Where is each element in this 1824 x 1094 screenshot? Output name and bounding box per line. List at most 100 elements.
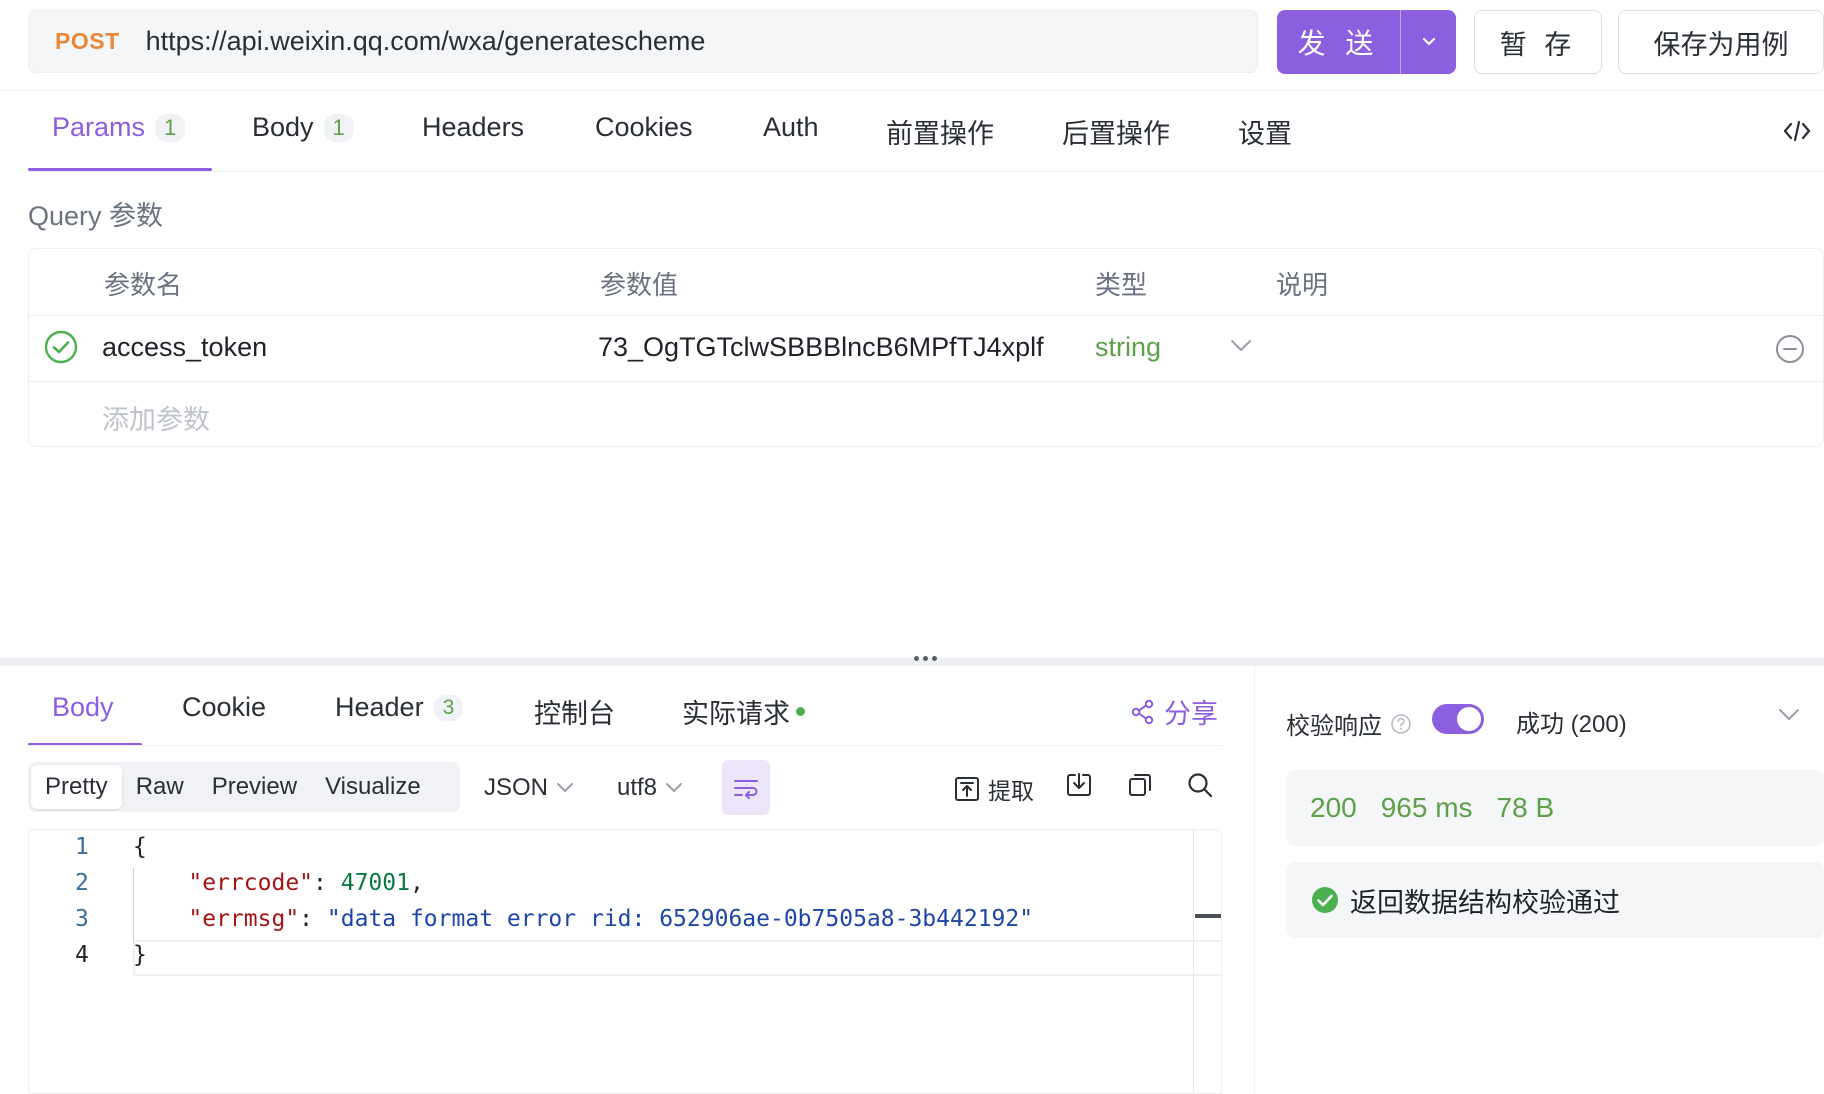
wrap-text-icon — [734, 779, 758, 799]
format-select[interactable]: JSON — [484, 774, 574, 802]
copy-button[interactable] — [1127, 772, 1153, 798]
remove-param-button[interactable] — [1775, 334, 1805, 369]
param-type-select[interactable]: string — [1095, 332, 1161, 363]
response-tab-body[interactable]: Body — [52, 692, 114, 723]
url-bar[interactable]: POST https://api.weixin.qq.com/wxa/gener… — [28, 10, 1258, 73]
extract-icon — [955, 777, 979, 801]
response-size: 78 B — [1496, 792, 1555, 823]
scroll-position-marker — [1195, 914, 1221, 918]
response-tab-actual-request[interactable]: 实际请求 — [682, 692, 805, 731]
help-icon[interactable] — [1390, 713, 1412, 735]
tab-cookies[interactable]: Cookies — [595, 112, 693, 143]
chevron-down-icon — [1231, 340, 1251, 351]
tab-label: 实际请求 — [682, 699, 790, 729]
line-number: 3 — [75, 906, 89, 932]
request-url-input[interactable]: https://api.weixin.qq.com/wxa/generatesc… — [146, 26, 706, 57]
line-number: 2 — [75, 870, 89, 896]
query-params-title: Query 参数 — [28, 201, 164, 231]
tab-pre-operations[interactable]: 前置操作 — [886, 112, 994, 151]
param-name-input[interactable]: access_token — [102, 332, 267, 363]
validate-response-label: 校验响应 — [1286, 706, 1412, 741]
tab-auth[interactable]: Auth — [763, 112, 819, 143]
json-number: 47001 — [340, 870, 410, 896]
tab-label: Body — [252, 112, 314, 142]
mode-raw[interactable]: Raw — [122, 765, 198, 809]
check-circle-icon — [44, 330, 78, 364]
response-code-editor[interactable]: 1 2 3 4 { "errcode": 47001, "errmsg": "d… — [28, 829, 1222, 1094]
response-tab-console[interactable]: 控制台 — [534, 692, 615, 731]
status-dot — [796, 707, 805, 716]
chevron-down-icon — [1422, 37, 1435, 46]
search-icon — [1188, 773, 1213, 798]
tab-badge: 1 — [323, 113, 354, 142]
json-string: "data format error rid: 652906ae-0b7505a… — [326, 906, 1034, 932]
validate-label-text: 校验响应 — [1286, 713, 1382, 740]
chevron-down-icon — [1779, 709, 1799, 720]
encoding-value: utf8 — [617, 774, 658, 801]
panel-divider — [1254, 666, 1255, 1094]
code-line: } — [133, 942, 147, 968]
mode-preview[interactable]: Preview — [198, 765, 311, 809]
response-time: 965 ms — [1380, 792, 1473, 823]
expected-status-select[interactable]: 成功 (200) — [1516, 704, 1627, 739]
add-param-input[interactable]: 添加参数 — [102, 398, 210, 437]
line-number: 4 — [75, 942, 89, 968]
share-label: 分享 — [1164, 699, 1218, 729]
format-mode-switch: Pretty Raw Preview Visualize — [28, 762, 460, 812]
validation-result-text: 返回数据结构校验通过 — [1350, 887, 1620, 918]
editor-scrollbar[interactable] — [1193, 830, 1194, 1093]
check-circle-filled-icon — [1312, 887, 1338, 913]
minus-circle-icon — [1776, 335, 1804, 363]
divider — [0, 90, 1824, 91]
status-code: 200 — [1310, 792, 1357, 823]
row-divider — [29, 381, 1823, 382]
mode-visualize[interactable]: Visualize — [311, 765, 435, 809]
tab-settings[interactable]: 设置 — [1238, 112, 1292, 151]
tab-badge: 1 — [155, 113, 186, 142]
share-button[interactable]: 分享 — [1130, 692, 1218, 731]
column-header-description: 说明 — [1276, 270, 1329, 300]
code-line: "errmsg": "data format error rid: 652906… — [188, 906, 1034, 932]
code-line: "errcode": 47001, — [188, 870, 424, 896]
type-dropdown-toggle[interactable] — [1230, 339, 1252, 358]
divider — [28, 171, 1824, 172]
download-button[interactable] — [1066, 772, 1092, 798]
chevron-down-icon — [666, 783, 683, 792]
panel-splitter[interactable] — [0, 658, 1824, 666]
send-options-button[interactable] — [1400, 10, 1456, 74]
toggle-knob — [1457, 707, 1481, 731]
save-temp-button[interactable]: 暂 存 — [1474, 10, 1602, 74]
send-button[interactable]: 发 送 — [1277, 10, 1400, 74]
line-number: 1 — [75, 834, 89, 860]
tab-label: Header — [335, 692, 424, 722]
tab-params[interactable]: Params 1 — [52, 112, 186, 143]
tab-post-operations[interactable]: 后置操作 — [1062, 112, 1170, 151]
validate-response-toggle[interactable] — [1432, 704, 1484, 734]
save-as-case-button[interactable]: 保存为用例 — [1618, 10, 1824, 74]
response-tab-header[interactable]: Header 3 — [335, 692, 464, 723]
mode-pretty[interactable]: Pretty — [31, 765, 122, 809]
param-enabled-checkbox[interactable] — [44, 330, 78, 369]
copy-icon — [1129, 774, 1151, 796]
row-divider — [29, 315, 1823, 316]
http-method[interactable]: POST — [55, 28, 120, 55]
tab-body[interactable]: Body 1 — [252, 112, 354, 143]
encoding-select[interactable]: utf8 — [617, 774, 683, 802]
share-icon — [1131, 699, 1154, 724]
tab-badge: 3 — [433, 694, 464, 721]
download-icon — [1067, 773, 1091, 796]
drag-handle-icon[interactable] — [914, 656, 937, 661]
chevron-down-icon — [557, 783, 574, 792]
column-header-type: 类型 — [1095, 270, 1148, 300]
column-header-value: 参数值 — [600, 270, 679, 300]
response-tab-cookie[interactable]: Cookie — [182, 692, 266, 723]
json-key: "errmsg" — [188, 906, 300, 932]
format-value: JSON — [484, 774, 549, 801]
param-value-input[interactable]: 73_OgTGTclwSBBBlncB6MPfTJ4xplf — [598, 332, 1044, 363]
status-dropdown-toggle[interactable] — [1778, 708, 1800, 727]
search-button[interactable] — [1187, 772, 1213, 798]
tab-headers[interactable]: Headers — [422, 112, 524, 143]
extract-button[interactable]: 提取 — [954, 772, 1034, 806]
code-snippet-icon[interactable] — [1782, 118, 1812, 149]
word-wrap-button[interactable] — [722, 760, 770, 815]
